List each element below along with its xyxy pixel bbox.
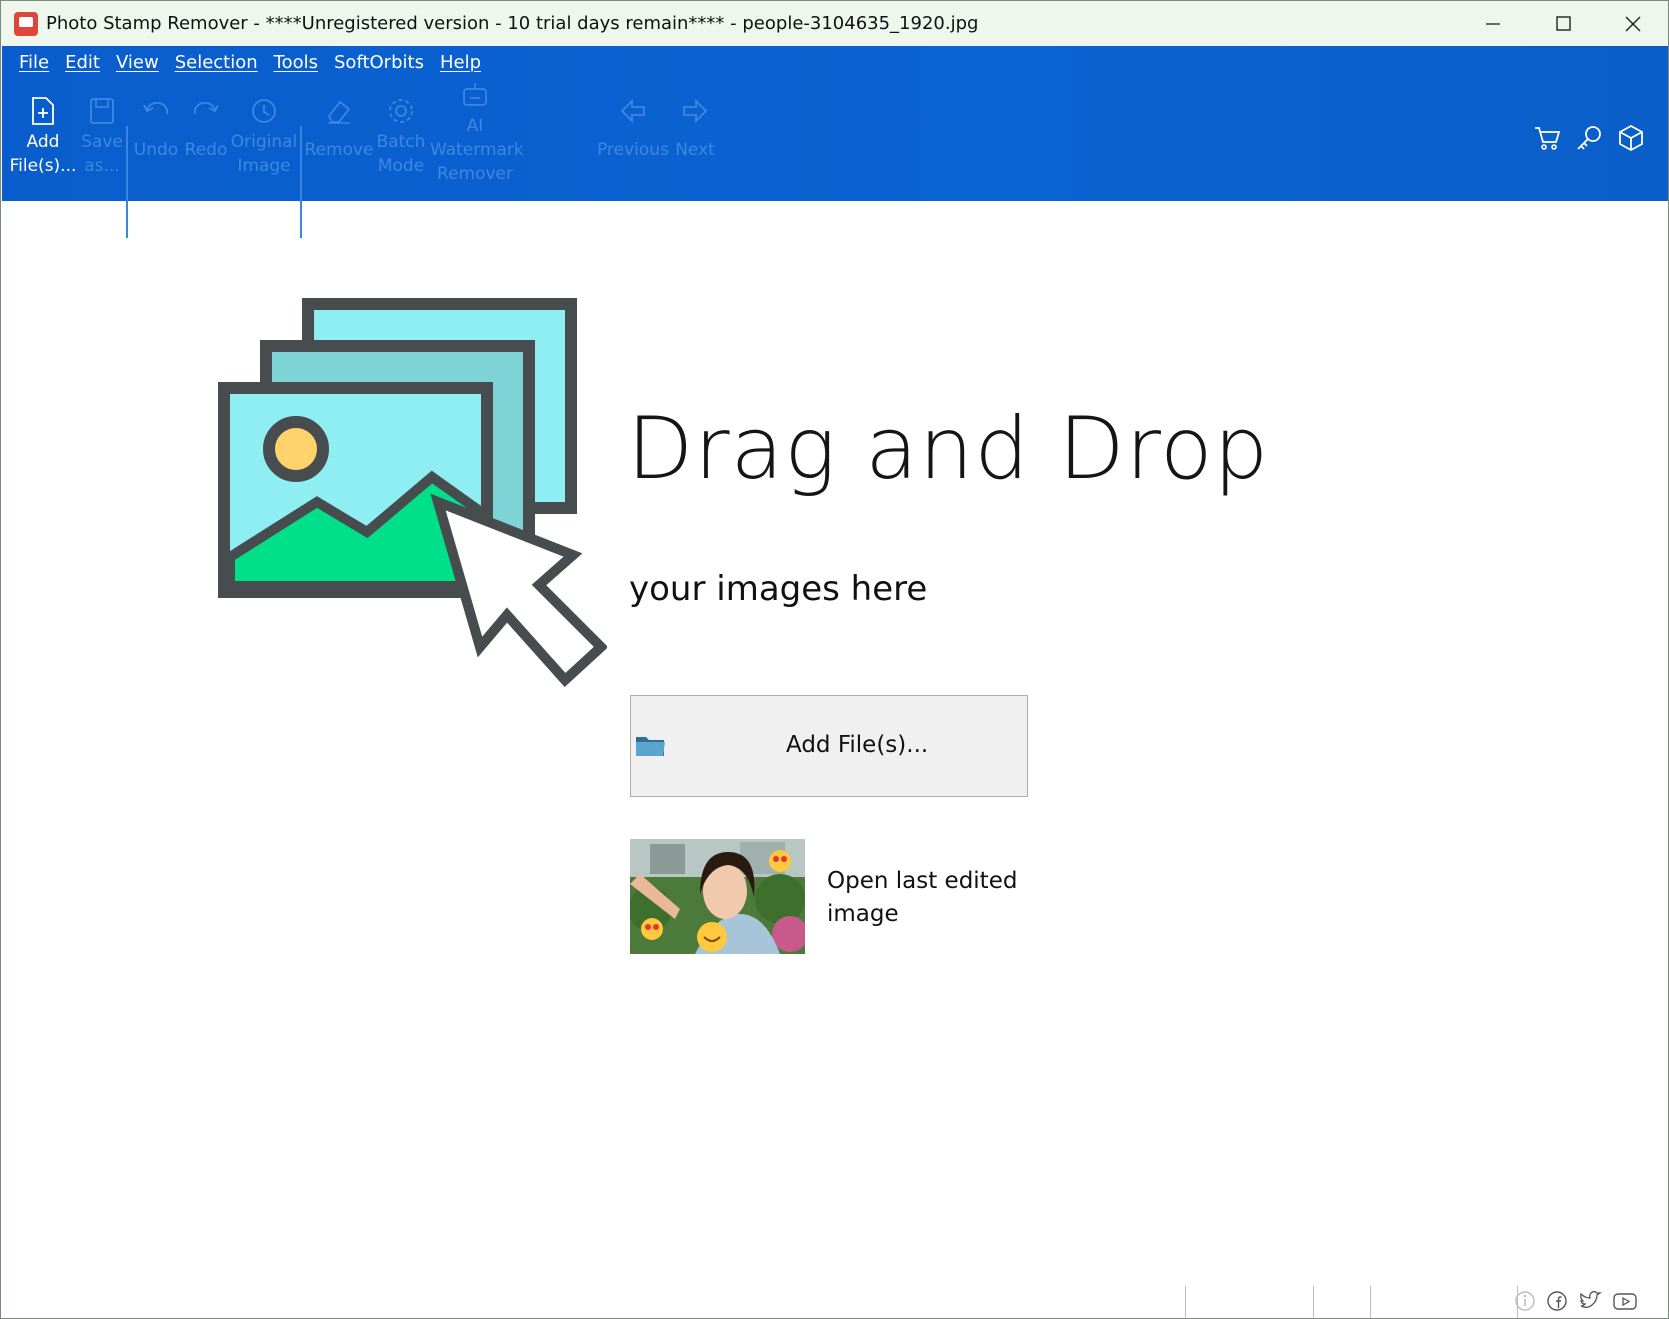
redo-label: Redo (184, 140, 228, 160)
menu-help[interactable]: Help (440, 52, 481, 73)
arrow-right-icon (683, 98, 708, 124)
drag-drop-heading: Drag and Drop (627, 399, 1270, 499)
menu-file[interactable]: File (19, 52, 49, 73)
redo-tool-button[interactable]: Redo (182, 96, 230, 162)
drag-drop-subheading: your images here (629, 569, 928, 609)
folder-icon (636, 737, 665, 756)
remove-tool-button[interactable]: Remove (304, 96, 374, 162)
original-image-tool-button[interactable]: Original Image (230, 96, 298, 178)
toolbar-separator (300, 126, 302, 238)
package-icon[interactable] (1617, 124, 1645, 152)
undo-tool-button[interactable]: Undo (130, 96, 182, 162)
ribbon-area: File Edit View Selection Tools SoftOrbit… (2, 46, 1668, 238)
info-icon[interactable] (1514, 1290, 1536, 1312)
toolbar: Add File(s)... Save as... Undo Redo Orig… (2, 83, 1668, 238)
add-files-button-label: Add File(s)... (786, 732, 929, 758)
undo-label: Undo (133, 140, 179, 160)
drag-drop-illustration (218, 298, 607, 687)
menu-softorbits[interactable]: SoftOrbits (334, 52, 424, 73)
batch-mode-label-2: Mode (377, 156, 425, 176)
maximize-button[interactable] (1528, 1, 1598, 46)
ai-watermark-remover-tool-button[interactable]: AI Watermark Remover (430, 80, 524, 186)
close-icon (1625, 16, 1641, 31)
window-title: Photo Stamp Remover - ****Unregistered v… (46, 13, 979, 34)
batch-mode-label-1: Batch (376, 132, 426, 152)
menu-view[interactable]: View (116, 52, 159, 73)
next-tool-button[interactable]: Next (670, 96, 720, 162)
last-edited-photo (630, 839, 805, 954)
arrow-left-icon (620, 98, 645, 124)
social-icons (1514, 1290, 1638, 1312)
save-as-label-2: as... (84, 156, 120, 176)
menu-edit[interactable]: Edit (65, 52, 100, 73)
gear-icon (389, 99, 413, 123)
save-as-tool-button[interactable]: Save as... (78, 96, 126, 178)
status-bar (1, 1278, 1668, 1318)
original-image-label-2: Image (237, 156, 291, 176)
last-edited-thumbnail[interactable] (630, 839, 805, 954)
next-label: Next (675, 140, 715, 160)
minimize-button[interactable] (1458, 1, 1528, 46)
twitter-icon[interactable] (1578, 1290, 1602, 1312)
ai-watermark-label-3: Remover (437, 164, 513, 184)
add-files-tool-button[interactable]: Add File(s)... (8, 96, 78, 178)
toolbar-separator (126, 126, 128, 238)
undo-icon (143, 101, 169, 115)
menu-selection[interactable]: Selection (175, 52, 258, 73)
status-separator (1313, 1286, 1314, 1318)
save-icon (90, 98, 114, 124)
cart-icon[interactable] (1533, 124, 1561, 152)
add-files-label-1: Add (26, 132, 60, 152)
add-files-label-2: File(s)... (9, 156, 77, 176)
original-image-label-1: Original (230, 132, 298, 152)
previous-tool-button[interactable]: Previous (596, 96, 670, 162)
status-separator (1370, 1286, 1371, 1318)
eraser-icon (327, 100, 351, 124)
add-files-button[interactable]: Add File(s)... (630, 695, 1028, 797)
menu-tools[interactable]: Tools (274, 52, 318, 73)
history-icon (252, 99, 276, 123)
toolbar-right-icons (1533, 124, 1645, 152)
app-logo-icon (14, 11, 38, 36)
window-controls (1458, 1, 1668, 46)
add-file-icon (32, 97, 54, 125)
batch-mode-tool-button[interactable]: Batch Mode (370, 96, 432, 178)
menu-bar: File Edit View Selection Tools SoftOrbit… (19, 52, 497, 73)
save-as-label-1: Save (81, 132, 123, 152)
status-separator (1185, 1286, 1186, 1318)
minimize-icon (1486, 22, 1500, 25)
redo-icon (193, 101, 219, 115)
robot-icon (463, 83, 487, 106)
ai-watermark-label-2: Watermark (430, 140, 524, 160)
title-bar: Photo Stamp Remover - ****Unregistered v… (1, 1, 1668, 46)
maximize-icon (1555, 16, 1571, 31)
previous-label: Previous (597, 140, 669, 160)
facebook-icon[interactable] (1546, 1290, 1568, 1312)
youtube-icon[interactable] (1612, 1290, 1638, 1312)
app-window: Photo Stamp Remover - ****Unregistered v… (0, 0, 1669, 1319)
remove-label: Remove (304, 140, 374, 160)
close-button[interactable] (1598, 1, 1668, 46)
key-icon[interactable] (1575, 124, 1603, 152)
open-last-edited-link[interactable]: Open last edited image (827, 865, 1047, 931)
ai-watermark-label-1: AI (466, 116, 484, 136)
